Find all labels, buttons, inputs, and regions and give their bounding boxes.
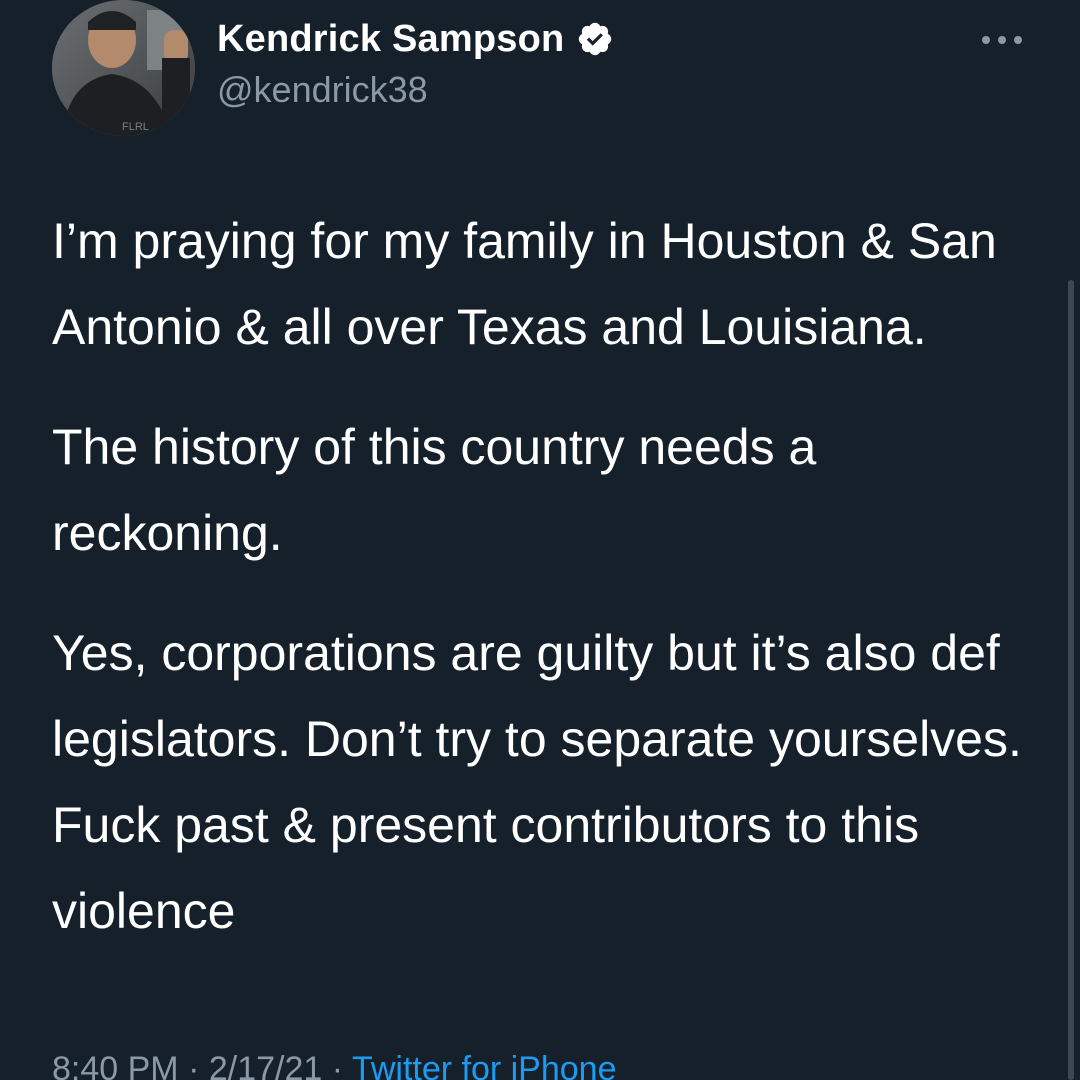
meta-separator: · [331,1050,344,1080]
user-handle[interactable]: @kendrick38 [217,69,614,111]
avatar-photo: FLRL [52,0,195,136]
tweet-meta: 8:40 PM · 2/17/21 · Twitter for iPhone [52,1050,617,1080]
author-block[interactable]: Kendrick Sampson @kendrick38 [217,14,614,111]
verified-badge-icon [576,20,614,58]
avatar[interactable]: FLRL [52,0,195,136]
tweet-screen: FLRL Kendrick Sampson @kendrick38 I’m pr [0,0,1080,1080]
dot [998,36,1006,44]
tweet-time[interactable]: 8:40 PM [52,1050,179,1080]
tweet-paragraph: I’m praying for my family in Houston & S… [52,213,997,355]
more-options-icon[interactable] [982,30,1022,50]
dot [982,36,990,44]
dot [1014,36,1022,44]
tweet-date[interactable]: 2/17/21 [209,1050,322,1080]
name-row: Kendrick Sampson [217,14,614,64]
tweet-header: FLRL Kendrick Sampson @kendrick38 [52,0,1042,140]
meta-separator: · [188,1050,200,1080]
tweet-paragraph: Yes, corporations are guilty but it’s al… [52,625,1022,939]
tweet-body: I’m praying for my family in Houston & S… [52,198,1042,988]
tweet-paragraph: The history of this country needs a reck… [52,419,817,561]
display-name[interactable]: Kendrick Sampson [217,18,564,61]
avatar-shirt-text: FLRL [122,121,149,133]
scrollbar[interactable] [1068,280,1074,1080]
tweet-source-link[interactable]: Twitter for iPhone [352,1050,617,1080]
